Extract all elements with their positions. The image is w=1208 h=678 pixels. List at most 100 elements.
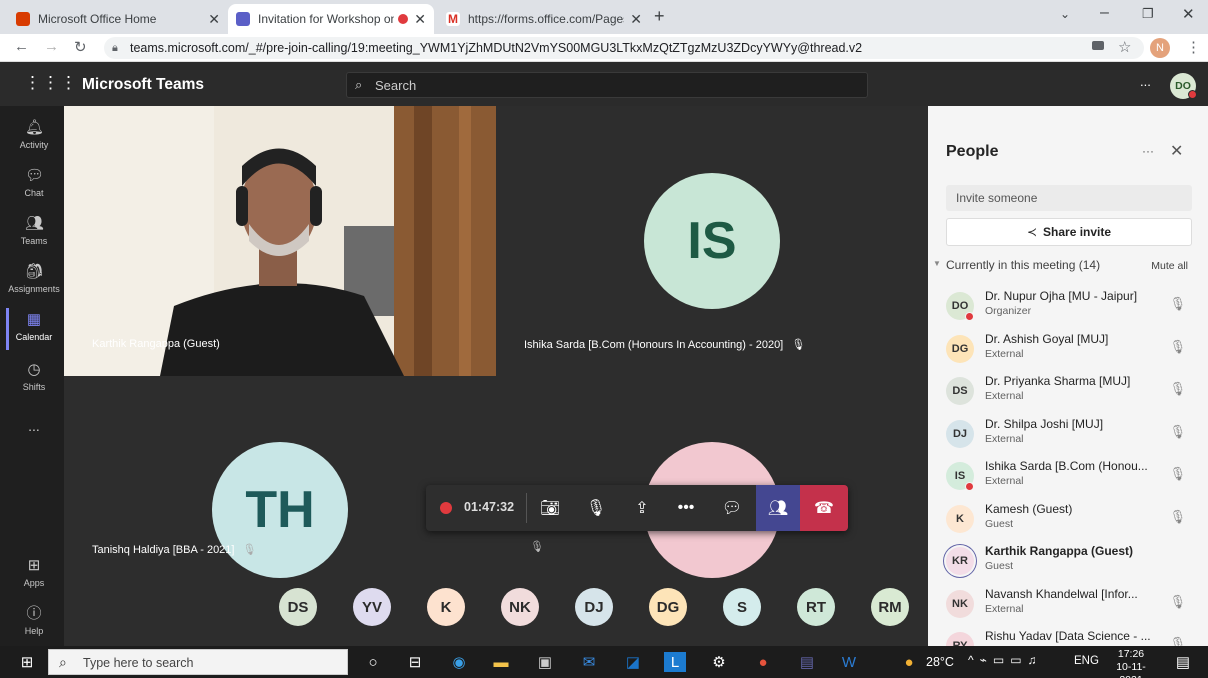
task-view-icon[interactable]: ⊟ bbox=[404, 652, 426, 672]
video-tile-karthik[interactable]: Karthik Rangappa (Guest) bbox=[64, 106, 496, 376]
mic-muted-icon[interactable]: 🎙︎ bbox=[1169, 381, 1186, 397]
forward-icon[interactable]: → bbox=[44, 38, 59, 55]
search-input[interactable]: ⌕ Search bbox=[346, 72, 868, 98]
participant-row[interactable]: DO Dr. Nupur Ojha [MU - Jaipur] Organizer 🎙… bbox=[928, 288, 1208, 330]
call-controls: 01:47:32 📷︎ 🎙︎ ⇪ ••• 💬︎ 👥︎ ☎︎ bbox=[426, 485, 848, 531]
user-avatar[interactable]: DO bbox=[1170, 73, 1197, 99]
participant-row[interactable]: DS Dr. Priyanka Sharma [MUJ] External 🎙︎ bbox=[928, 373, 1208, 415]
overflow-participant-chip[interactable]: DJ bbox=[575, 588, 613, 626]
reload-icon[interactable]: ↻ bbox=[74, 38, 87, 56]
chrome-icon[interactable]: ● bbox=[752, 652, 774, 672]
outlook-icon[interactable]: ◪ bbox=[622, 652, 644, 672]
share-invite-button[interactable]: ≺ Share invite bbox=[946, 218, 1192, 246]
mic-muted-icon[interactable]: 🎙︎ bbox=[1169, 296, 1186, 312]
share-content-button[interactable]: ⇪ bbox=[620, 485, 664, 531]
participant-role: External bbox=[985, 475, 1024, 487]
rail-item-shifts[interactable]: ◷ Shifts bbox=[0, 358, 68, 404]
participant-row[interactable]: DJ Dr. Shilpa Joshi [MUJ] External 🎙︎ bbox=[928, 416, 1208, 458]
rail-item-activity[interactable]: 🔔︎ Activity bbox=[0, 116, 68, 162]
browser-menu-icon[interactable]: ⋮ bbox=[1186, 38, 1201, 56]
close-panel-icon[interactable]: ✕ bbox=[1170, 141, 1183, 161]
mic-toggle-button[interactable]: 🎙︎ bbox=[574, 485, 618, 531]
participant-row[interactable]: NK Navansh Khandelwal [Infor... External 🎙︎ bbox=[928, 586, 1208, 628]
status-dot bbox=[965, 312, 974, 321]
file-explorer-icon[interactable]: ▬ bbox=[490, 652, 512, 672]
tab-search-icon[interactable]: ⌄ bbox=[1060, 7, 1070, 21]
teams-taskbar-icon[interactable]: ▤ bbox=[796, 652, 818, 672]
settings-gear-icon[interactable]: ⚙ bbox=[708, 652, 730, 672]
office-icon bbox=[16, 12, 30, 26]
mic-muted-icon: 🎙︎ bbox=[530, 541, 544, 553]
new-tab-button[interactable]: + bbox=[654, 6, 665, 27]
system-tray-icons[interactable]: ^⌁▭▭♫ bbox=[968, 653, 1043, 667]
rail-item-chat[interactable]: 💬︎ Chat bbox=[0, 164, 68, 210]
participant-row[interactable]: KR Karthik Rangappa (Guest) Guest bbox=[928, 543, 1208, 585]
mic-muted-icon[interactable]: 🎙︎ bbox=[1169, 509, 1186, 525]
mic-muted-icon[interactable]: 🎙︎ bbox=[1169, 466, 1186, 482]
show-conversation-button[interactable]: 💬︎ bbox=[710, 485, 754, 531]
mic-muted-icon[interactable]: 🎙︎ bbox=[1169, 594, 1186, 610]
browser-tab-forms[interactable]: M https://forms.office.com/Pages/D ✕ bbox=[438, 4, 650, 34]
taskbar-search-input[interactable]: ⌕ Type here to search bbox=[48, 649, 348, 675]
overflow-participant-chip[interactable]: DS bbox=[279, 588, 317, 626]
participant-role: Organizer bbox=[985, 305, 1032, 317]
mic-muted-icon[interactable]: 🎙︎ bbox=[1169, 339, 1186, 355]
camera-toggle-button[interactable]: 📷︎ bbox=[528, 485, 572, 531]
cortana-icon[interactable]: ○ bbox=[362, 652, 384, 672]
rail-item-apps[interactable]: ⊞ Apps bbox=[0, 554, 68, 600]
browser-tab-office[interactable]: Microsoft Office Home ✕ bbox=[8, 4, 228, 34]
overflow-participant-chip[interactable]: S bbox=[723, 588, 761, 626]
language-indicator[interactable]: ENG bbox=[1074, 655, 1099, 667]
overflow-participant-chip[interactable]: DG bbox=[649, 588, 687, 626]
collapse-chevron-icon[interactable]: ▼ bbox=[933, 259, 941, 268]
overflow-participant-chip[interactable]: NK bbox=[501, 588, 539, 626]
windows-start-icon[interactable]: ⊞ bbox=[16, 652, 38, 672]
rail-more-button[interactable]: ... bbox=[0, 418, 68, 464]
camera-in-use-icon[interactable] bbox=[1092, 41, 1104, 50]
rail-item-help[interactable]: ⓘ Help bbox=[0, 602, 68, 648]
close-tab-icon[interactable]: ✕ bbox=[630, 11, 642, 28]
more-options-icon[interactable]: ... bbox=[1140, 74, 1151, 89]
search-icon: ⌕ bbox=[355, 77, 363, 92]
close-tab-icon[interactable]: ✕ bbox=[414, 11, 426, 28]
more-actions-button[interactable]: ••• bbox=[664, 485, 708, 531]
close-window-button[interactable]: ✕ bbox=[1182, 5, 1195, 23]
hang-up-button[interactable]: ☎︎ bbox=[800, 485, 848, 531]
browser-tab-teams[interactable]: Invitation for Workshop on H ✕ bbox=[228, 4, 434, 34]
minimize-button[interactable]: – bbox=[1100, 4, 1109, 22]
participant-row[interactable]: IS Ishika Sarda [B.Com (Honou... External 🎙… bbox=[928, 458, 1208, 500]
word-icon[interactable]: W bbox=[838, 652, 860, 672]
mic-muted-icon[interactable]: 🎙︎ bbox=[1169, 424, 1186, 440]
invite-input[interactable]: Invite someone bbox=[946, 185, 1192, 211]
panel-more-icon[interactable]: ··· bbox=[1142, 144, 1154, 158]
participant-role: Guest bbox=[985, 517, 1014, 530]
launcher-l-icon[interactable]: L bbox=[664, 652, 686, 672]
mail-icon[interactable]: ✉ bbox=[578, 652, 600, 672]
profile-avatar[interactable]: N bbox=[1150, 38, 1170, 58]
overflow-participant-chip[interactable]: K bbox=[427, 588, 465, 626]
rail-item-teams[interactable]: 👥︎ Teams bbox=[0, 212, 68, 258]
video-tile-ishika[interactable]: IS Ishika Sarda [B.Com (Honours In Accou… bbox=[496, 106, 928, 376]
edge-icon[interactable]: ◉ bbox=[448, 652, 470, 672]
show-participants-button[interactable]: 👥︎ bbox=[756, 485, 800, 531]
clock[interactable]: 17:26 10-11-2021 bbox=[1106, 648, 1156, 678]
bookmark-star-icon[interactable]: ☆ bbox=[1118, 38, 1131, 56]
store-icon[interactable]: ▣ bbox=[534, 652, 556, 672]
app-rail: 🔔︎ Activity 💬︎ Chat 👥︎ Teams 🎒︎ Assignments … bbox=[0, 106, 68, 646]
participant-role: External bbox=[985, 390, 1024, 402]
back-icon[interactable]: ← bbox=[14, 38, 29, 55]
notifications-icon[interactable]: ▤ bbox=[1172, 652, 1194, 672]
rail-item-calendar[interactable]: ▦ Calendar bbox=[0, 308, 68, 354]
participant-row[interactable]: K Kamesh (Guest) Guest 🎙︎ bbox=[928, 501, 1208, 543]
hang-up-icon: ☎︎ bbox=[814, 500, 834, 517]
app-launcher-icon[interactable]: ⋮⋮⋮ bbox=[24, 73, 78, 93]
restore-button[interactable]: ❐ bbox=[1142, 6, 1154, 22]
overflow-participant-chip[interactable]: RM bbox=[871, 588, 909, 626]
overflow-participant-chip[interactable]: RT bbox=[797, 588, 835, 626]
participant-row[interactable]: DG Dr. Ashish Goyal [MUJ] External 🎙︎ bbox=[928, 331, 1208, 373]
rail-item-assignments[interactable]: 🎒︎ Assignments bbox=[0, 260, 68, 306]
url-field[interactable]: 🔒︎ teams.microsoft.com/_#/pre-join-calli… bbox=[104, 37, 1144, 59]
close-tab-icon[interactable]: ✕ bbox=[208, 11, 220, 28]
overflow-participant-chip[interactable]: YV bbox=[353, 588, 391, 626]
mute-all-button[interactable]: Mute all bbox=[1151, 260, 1188, 272]
